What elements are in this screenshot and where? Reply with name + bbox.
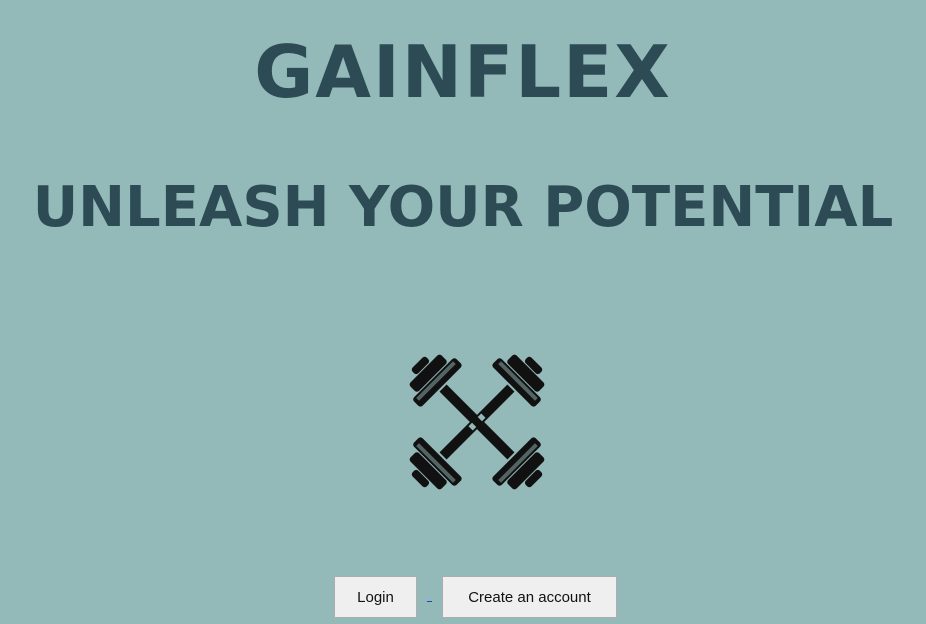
tagline: UNLEASH YOUR POTENTIAL xyxy=(32,175,894,240)
link-separator xyxy=(427,601,432,602)
brand-title: GAINFLEX xyxy=(254,30,672,114)
create-account-button[interactable]: Create an account xyxy=(442,576,617,618)
crossed-dumbbells-icon xyxy=(392,338,562,506)
login-button[interactable]: Login xyxy=(334,576,417,618)
landing-page: GAINFLEX UNLEASH YOUR POTENTIAL Login Cr… xyxy=(0,0,926,624)
